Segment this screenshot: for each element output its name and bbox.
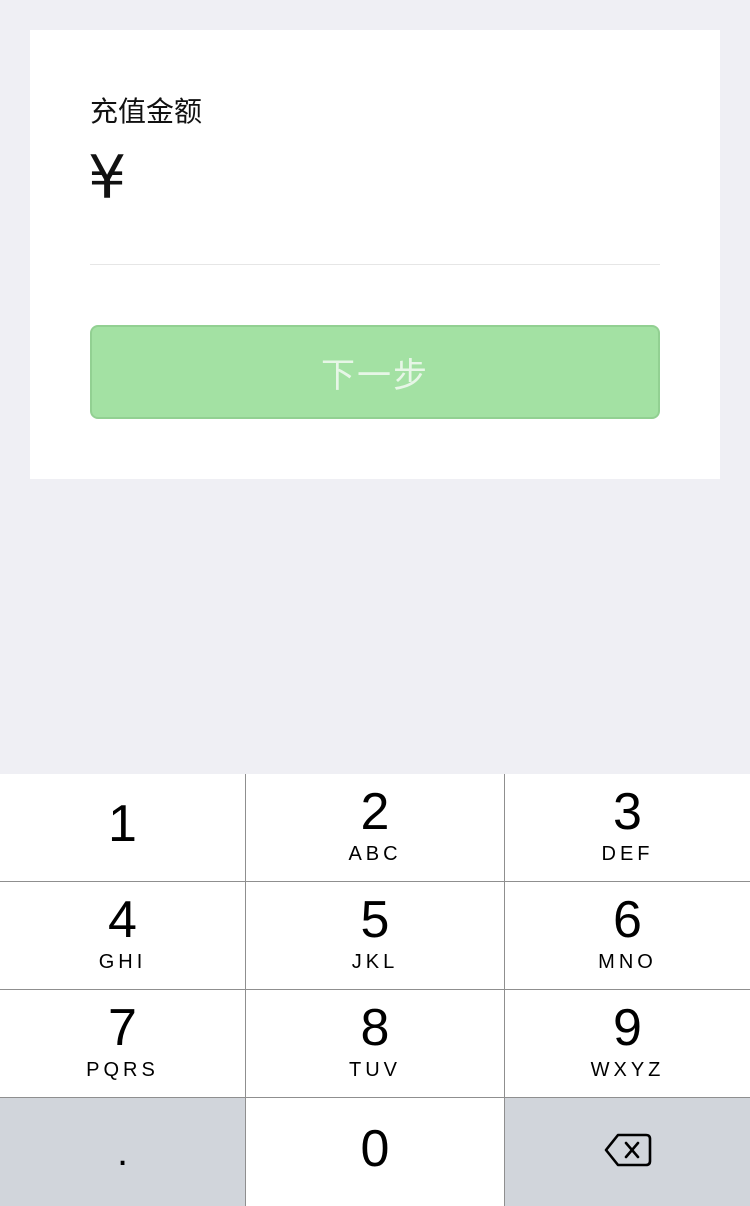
dot-glyph: . xyxy=(116,1130,129,1174)
key-digit: 4 xyxy=(108,890,137,949)
key-5[interactable]: 5 JKL xyxy=(246,882,504,989)
numeric-keypad: 1 2 ABC 3 DEF 4 GHI 5 JKL 6 MNO 7 PQRS 8… xyxy=(0,774,750,1206)
key-letters: WXYZ xyxy=(590,1058,665,1081)
backspace-icon xyxy=(604,1132,652,1172)
key-letters: GHI xyxy=(98,950,147,973)
key-letters: TUV xyxy=(349,1058,401,1081)
key-digit: 9 xyxy=(613,998,642,1057)
key-9[interactable]: 9 WXYZ xyxy=(505,990,750,1097)
currency-symbol: ¥ xyxy=(88,143,127,213)
key-digit: 7 xyxy=(108,998,137,1057)
next-button[interactable]: 下一步 xyxy=(90,325,660,419)
key-digit: 6 xyxy=(613,890,642,949)
key-7[interactable]: 7 PQRS xyxy=(0,990,245,1097)
divider xyxy=(90,264,660,265)
key-digit: 2 xyxy=(360,782,390,841)
key-6[interactable]: 6 MNO xyxy=(505,882,750,989)
recharge-card: 充值金额 ¥ 下一步 xyxy=(30,30,720,479)
key-letters: MNO xyxy=(598,950,657,973)
key-letters: ABC xyxy=(348,842,402,865)
key-digit: 0 xyxy=(360,1120,390,1178)
key-digit: 8 xyxy=(360,998,390,1057)
backspace-key[interactable] xyxy=(505,1098,750,1206)
amount-label: 充值金额 xyxy=(90,95,203,128)
key-digit: 1 xyxy=(108,794,137,853)
amount-input[interactable] xyxy=(142,148,642,218)
key-digit: 3 xyxy=(613,782,642,841)
key-letters: DEF xyxy=(601,842,654,865)
key-digit: 5 xyxy=(360,890,390,949)
key-3[interactable]: 3 DEF xyxy=(505,774,750,881)
key-letters: JKL xyxy=(351,950,399,973)
key-4[interactable]: 4 GHI xyxy=(0,882,245,989)
key-1[interactable]: 1 xyxy=(0,774,245,881)
key-dot[interactable]: . xyxy=(0,1098,245,1206)
key-8[interactable]: 8 TUV xyxy=(246,990,504,1097)
key-letters: PQRS xyxy=(86,1058,159,1081)
key-0[interactable]: 0 xyxy=(246,1098,504,1206)
key-2[interactable]: 2 ABC xyxy=(246,774,504,881)
